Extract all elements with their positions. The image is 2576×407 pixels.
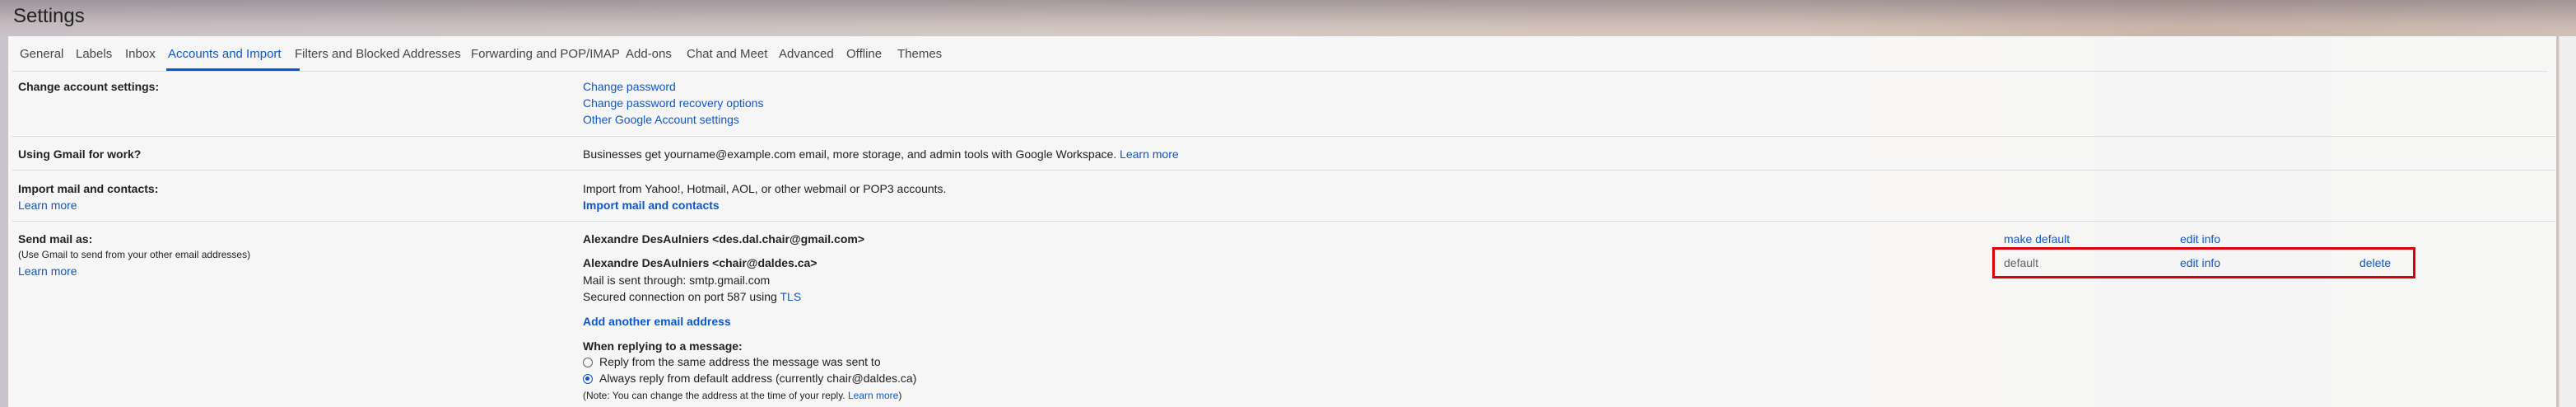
change-recovery-link[interactable]: Change password recovery options [583,96,763,110]
settings-panel [8,36,2556,407]
tab-labels[interactable]: Labels [76,47,112,61]
settings-tabs: General Labels Inbox Accounts and Import… [12,36,2547,72]
tab-filters[interactable]: Filters and Blocked Addresses [295,47,461,61]
reply-option-default[interactable]: Always reply from default address (curre… [583,372,916,385]
tab-add-ons[interactable]: Add-ons [626,47,672,61]
gmail-work-learn-more-link[interactable]: Learn more [1120,147,1179,161]
reply-heading: When replying to a message: [583,339,743,353]
highlight-box [1992,247,2415,278]
tab-chat-and-meet[interactable]: Chat and Meet [687,47,767,61]
import-mail-text: Import from Yahoo!, Hotmail, AOL, or oth… [583,182,947,195]
row-divider [12,221,2555,222]
radio-same-address[interactable] [583,358,593,367]
import-mail-label: Import mail and contacts: [18,182,159,195]
scrollbar[interactable] [2559,36,2576,407]
gmail-work-label: Using Gmail for work? [18,147,142,161]
tab-accounts-and-import[interactable]: Accounts and Import [168,47,282,61]
send-mail-as-label: Send mail as: [18,232,93,246]
tab-forwarding[interactable]: Forwarding and POP/IMAP [471,47,620,61]
tab-offline[interactable]: Offline [846,47,882,61]
reply-note-text: (Note: You can change the address at the… [583,390,845,401]
row-divider [12,170,2555,171]
row-divider [12,136,2555,137]
reply-note: (Note: You can change the address at the… [583,390,901,401]
reply-note-end: ) [898,390,902,401]
tab-general[interactable]: General [20,47,63,61]
edit-info-link-1[interactable]: edit info [2180,232,2220,246]
import-mail-and-contacts-link[interactable]: Import mail and contacts [583,199,720,212]
reply-option-same[interactable]: Reply from the same address the message … [583,355,881,368]
tab-themes[interactable]: Themes [897,47,942,61]
send-mail-as-sublabel: (Use Gmail to send from your other email… [18,249,251,260]
tab-advanced[interactable]: Advanced [779,47,834,61]
radio-default-address[interactable] [583,374,593,384]
active-tab-indicator [166,68,300,71]
google-account-settings-link[interactable]: Other Google Account settings [583,113,739,126]
change-account-label: Change account settings: [18,80,160,93]
secure-connection-text: Secured connection on port 587 using [583,290,777,303]
tab-inbox[interactable]: Inbox [125,47,156,61]
send-address-1: Alexandre DesAulniers <des.dal.chair@gma… [583,232,865,246]
tls-link[interactable]: TLS [780,290,801,303]
gmail-work-text: Businesses get yourname@example.com emai… [583,147,1179,161]
smtp-detail: Mail is sent through: smtp.gmail.com [583,274,771,287]
secure-connection-detail: Secured connection on port 587 using TLS [583,290,801,303]
send-address-2: Alexandre DesAulniers <chair@daldes.ca> [583,256,818,269]
change-password-link[interactable]: Change password [583,80,676,93]
import-learn-more-link[interactable]: Learn more [18,199,77,212]
reply-option-same-label: Reply from the same address the message … [599,355,881,368]
reply-option-default-label: Always reply from default address (curre… [599,372,917,385]
add-another-address-link[interactable]: Add another email address [583,315,731,328]
page-title: Settings [13,5,85,27]
send-mail-learn-more-link[interactable]: Learn more [18,264,77,278]
make-default-link[interactable]: make default [2004,232,2070,246]
reply-note-learn-more-link[interactable]: Learn more [848,390,898,401]
gmail-work-description: Businesses get yourname@example.com emai… [583,147,1117,161]
